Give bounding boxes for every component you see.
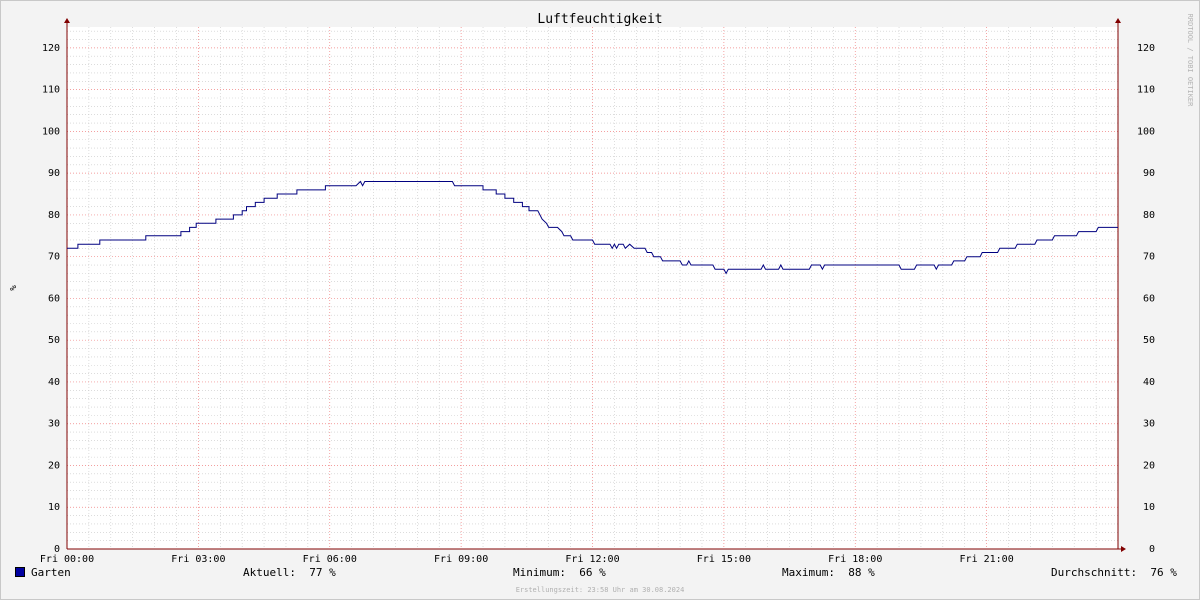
- average-value: 76 %: [1150, 566, 1177, 579]
- y-tick-label-right: 100: [1137, 126, 1155, 137]
- x-tick-label: Fri 12:00: [565, 554, 619, 565]
- y-tick-label: 50: [48, 335, 60, 346]
- x-tick-label: Fri 18:00: [828, 554, 882, 565]
- y-tick-label-right: 20: [1143, 460, 1155, 471]
- y-tick-label-right: 80: [1143, 210, 1155, 221]
- y-axis-label: %: [7, 285, 17, 291]
- humidity-chart: 0102030405060708090100110120 01020304050…: [0, 0, 1200, 600]
- minimum-stat: Minimum: 66 %: [513, 566, 606, 579]
- current-value: 77 %: [309, 566, 336, 579]
- creation-timestamp: Erstellungszeit: 23:58 Uhr am 30.08.2024: [515, 586, 685, 594]
- y-tick-label: 10: [48, 502, 60, 513]
- x-tick-label: Fri 15:00: [697, 554, 751, 565]
- y-tick-label: 110: [42, 85, 60, 96]
- y-tick-label-right: 50: [1143, 335, 1155, 346]
- minimum-value: 66 %: [579, 566, 606, 579]
- y-tick-label: 80: [48, 210, 60, 221]
- y-tick-label-right: 70: [1143, 252, 1155, 263]
- watermark: RRDTOOL / TOBI OETIKER: [1186, 14, 1194, 108]
- average-stat: Durchschnitt: 76 %: [1051, 566, 1177, 579]
- minimum-label: Minimum:: [513, 566, 566, 579]
- y-tick-label-right: 110: [1137, 85, 1155, 96]
- y-tick-label: 70: [48, 252, 60, 263]
- legend-entry-garten: Garten: [15, 566, 71, 579]
- y-tick-label-right: 90: [1143, 168, 1155, 179]
- y-tick-label: 40: [48, 377, 60, 388]
- average-label: Durchschnitt:: [1051, 566, 1138, 579]
- x-tick-label: Fri 03:00: [171, 554, 225, 565]
- y-tick-label-right: 40: [1143, 377, 1155, 388]
- legend-swatch: [15, 567, 25, 577]
- y-tick-label-right: 60: [1143, 293, 1155, 304]
- x-tick-label: Fri 21:00: [960, 554, 1014, 565]
- x-tick-label: Fri 06:00: [303, 554, 357, 565]
- chart-title: Luftfeuchtigkeit: [537, 12, 662, 27]
- x-tick-label: Fri 09:00: [434, 554, 488, 565]
- y-tick-label-right: 120: [1137, 43, 1155, 54]
- y-tick-label: 120: [42, 43, 60, 54]
- y-tick-label: 20: [48, 460, 60, 471]
- y-tick-label-right: 30: [1143, 419, 1155, 430]
- y-tick-label-right: 0: [1149, 544, 1155, 555]
- maximum-label: Maximum:: [782, 566, 835, 579]
- legend-series-name: Garten: [31, 566, 71, 579]
- current-label: Aktuell:: [243, 566, 296, 579]
- y-tick-label: 90: [48, 168, 60, 179]
- y-tick-label: 60: [48, 293, 60, 304]
- y-tick-label: 30: [48, 419, 60, 430]
- y-tick-label-right: 10: [1143, 502, 1155, 513]
- maximum-stat: Maximum: 88 %: [782, 566, 875, 579]
- x-tick-label: Fri 00:00: [40, 554, 94, 565]
- maximum-value: 88 %: [848, 566, 875, 579]
- current-stat: Aktuell: 77 %: [243, 566, 336, 579]
- y-tick-label: 100: [42, 126, 60, 137]
